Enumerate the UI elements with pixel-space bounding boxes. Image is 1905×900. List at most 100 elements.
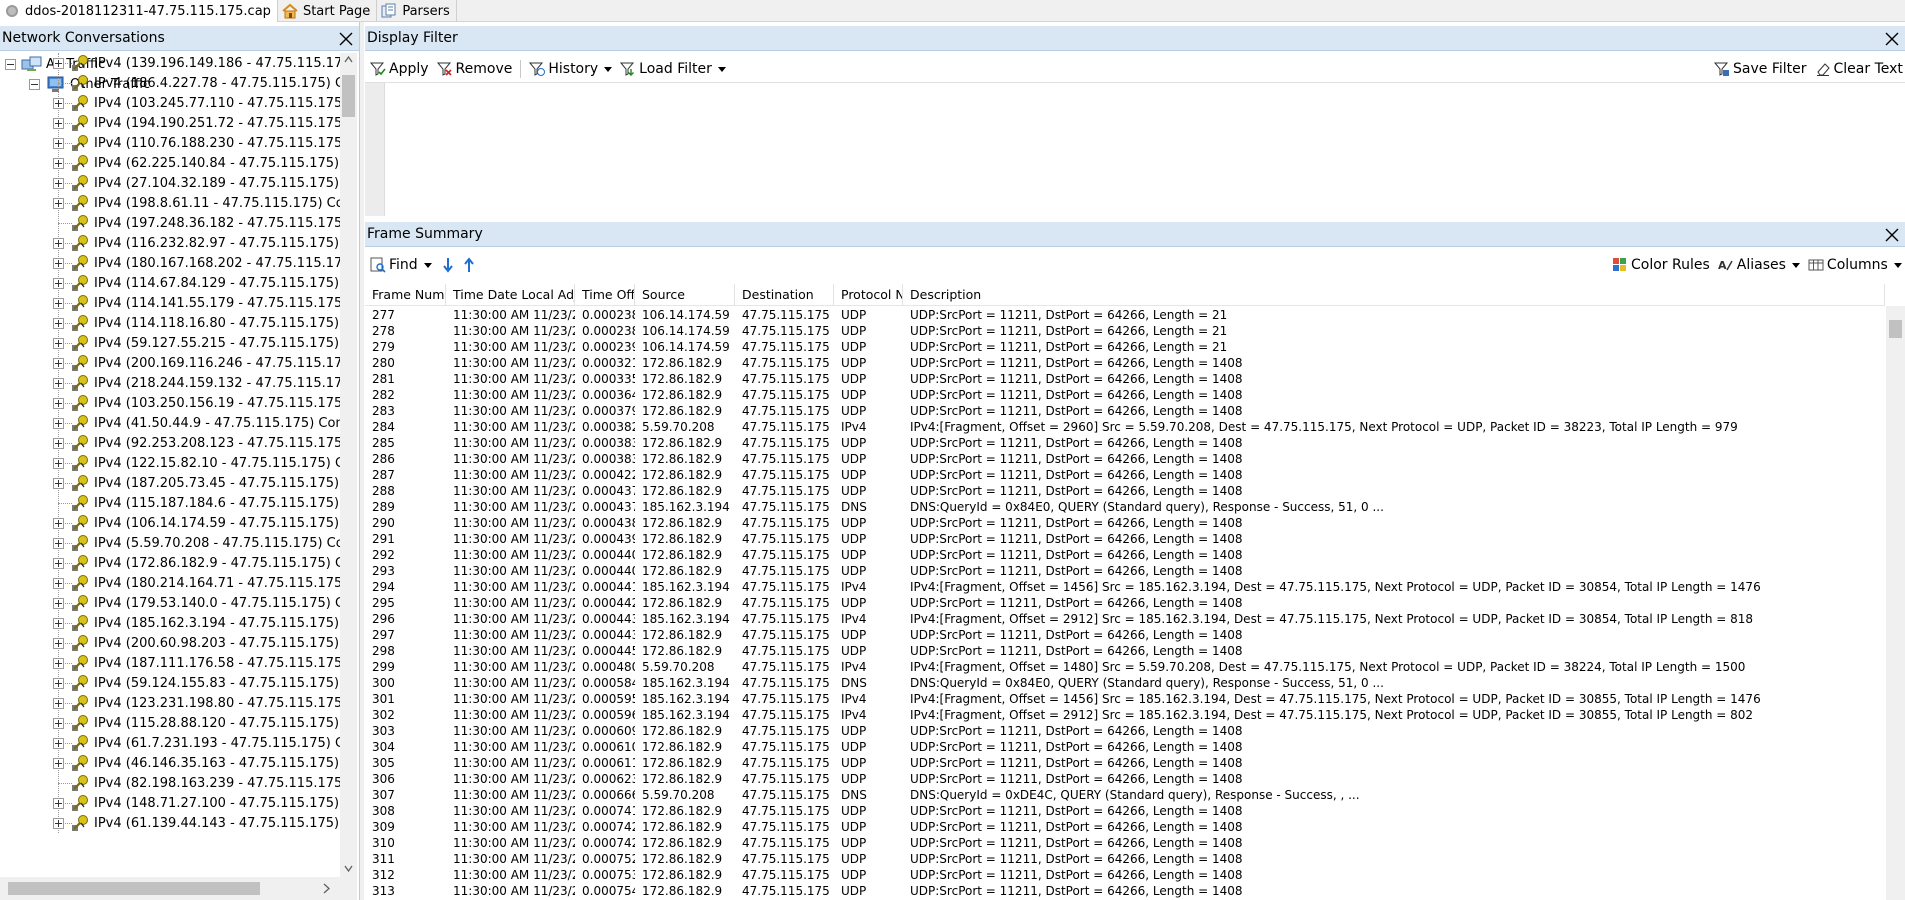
conversation-item[interactable]: IPv4 (114.118.16.80 - 47.75.115.175) Con — [53, 313, 340, 333]
expand-toggle[interactable] — [53, 657, 64, 669]
table-row[interactable]: 292 11:30:00 AM 11/23/2018 0.0004400 172.86… — [365, 547, 1885, 563]
conversation-item[interactable]: IPv4 (185.162.3.194 - 47.75.115.175) Con — [53, 613, 340, 633]
conversation-item[interactable]: IPv4 (116.232.82.97 - 47.75.115.175) Con — [53, 233, 340, 253]
conversation-item[interactable]: IPv4 (82.198.163.239 - 47.75.115.175) Co — [53, 773, 340, 793]
table-row[interactable]: 304 11:30:00 AM 11/23/2018 0.0006100 172.86… — [365, 739, 1885, 755]
table-row[interactable]: 310 11:30:00 AM 11/23/2018 0.0007420 172.86… — [365, 835, 1885, 851]
close-icon[interactable] — [336, 29, 355, 48]
conversation-item[interactable]: IPv4 (27.104.32.189 - 47.75.115.175) Con — [53, 173, 340, 193]
find-dropdown[interactable]: Find — [366, 254, 436, 276]
expand-toggle[interactable] — [53, 477, 64, 489]
conversation-item[interactable]: IPv4 (218.244.159.132 - 47.75.115.175) C — [53, 373, 340, 393]
filter-text-editor[interactable] — [365, 82, 1905, 216]
table-row[interactable]: 308 11:30:00 AM 11/23/2018 0.0007410 172.86… — [365, 803, 1885, 819]
expand-toggle[interactable] — [53, 177, 64, 189]
tree-vertical-scrollbar[interactable] — [340, 53, 357, 877]
columns-dropdown[interactable]: Columns — [1804, 254, 1905, 276]
close-icon[interactable] — [1882, 225, 1901, 244]
table-row[interactable]: 287 11:30:00 AM 11/23/2018 0.0004220 172.86… — [365, 467, 1885, 483]
conversation-item[interactable]: IPv4 (5.59.70.208 - 47.75.115.175) ConvI… — [53, 533, 340, 553]
conversation-item[interactable]: IPv4 (198.8.61.11 - 47.75.115.175) ConvI… — [53, 193, 340, 213]
table-row[interactable]: 313 11:30:00 AM 11/23/2018 0.0007540 172.86… — [365, 883, 1885, 899]
table-row[interactable]: 306 11:30:00 AM 11/23/2018 0.0006230 172.86… — [365, 771, 1885, 787]
expand-toggle[interactable] — [53, 157, 64, 169]
conversation-item[interactable]: IPv4 (122.15.82.10 - 47.75.115.175) Conv — [53, 453, 340, 473]
conversation-item[interactable]: IPv4 (197.248.36.182 - 47.75.115.175) Co — [53, 213, 340, 233]
conversation-item[interactable]: IPv4 (172.86.182.9 - 47.75.115.175) Conv — [53, 553, 340, 573]
conversation-item[interactable]: IPv4 (148.71.27.100 - 47.75.115.175) Con — [53, 793, 340, 813]
expand-toggle[interactable] — [53, 317, 64, 329]
apply-button[interactable]: Apply — [366, 58, 433, 80]
find-previous-button[interactable] — [457, 254, 484, 276]
grid-vertical-scrollbar[interactable] — [1886, 306, 1905, 900]
table-row[interactable]: 305 11:30:00 AM 11/23/2018 0.0006110 172.86… — [365, 755, 1885, 771]
expand-toggle[interactable] — [53, 197, 64, 209]
column-header[interactable]: Time Offset — [575, 284, 635, 306]
remove-button[interactable]: Remove — [433, 58, 517, 80]
table-row[interactable]: 283 11:30:00 AM 11/23/2018 0.0003790 172.86… — [365, 403, 1885, 419]
color-rules-button[interactable]: Color Rules — [1608, 254, 1714, 276]
clear-text-button[interactable]: Clear Text — [1811, 58, 1905, 80]
tab-capture-file[interactable]: ddos-2018112311-47.75.115.175.cap — [0, 0, 278, 22]
table-row[interactable]: 311 11:30:00 AM 11/23/2018 0.0007520 172.86… — [365, 851, 1885, 867]
conversation-item[interactable]: IPv4 (139.196.149.186 - 47.75.115.175) C — [53, 53, 340, 73]
conversation-item[interactable]: IPv4 (41.50.44.9 - 47.75.115.175) ConvID — [53, 413, 340, 433]
expand-toggle[interactable] — [53, 557, 64, 569]
conversation-item[interactable]: IPv4 (180.167.168.202 - 47.75.115.175) C — [53, 253, 340, 273]
table-row[interactable]: 282 11:30:00 AM 11/23/2018 0.0003640 172.86… — [365, 387, 1885, 403]
table-row[interactable]: 312 11:30:00 AM 11/23/2018 0.0007530 172.86… — [365, 867, 1885, 883]
expand-toggle[interactable] — [53, 537, 64, 549]
expand-toggle[interactable] — [53, 437, 64, 449]
tab-start-page[interactable]: Start Page — [278, 0, 378, 22]
panel-splitter[interactable] — [359, 22, 364, 900]
conversation-item[interactable]: IPv4 (61.139.44.143 - 47.75.115.175) Con — [53, 813, 340, 833]
scroll-thumb[interactable] — [342, 75, 355, 117]
table-row[interactable]: 284 11:30:00 AM 11/23/2018 0.0003820 5.59.7… — [365, 419, 1885, 435]
table-row[interactable]: 307 11:30:00 AM 11/23/2018 0.0006660 5.59.7… — [365, 787, 1885, 803]
column-header[interactable]: Destination — [735, 284, 834, 306]
conversation-item[interactable]: IPv4 (186.4.227.78 - 47.75.115.175) Conv — [53, 73, 340, 93]
table-row[interactable]: 277 11:30:00 AM 11/23/2018 0.0002380 106.14… — [365, 307, 1885, 323]
expand-toggle[interactable] — [53, 377, 64, 389]
table-row[interactable]: 288 11:30:00 AM 11/23/2018 0.0004370 172.86… — [365, 483, 1885, 499]
conversation-item[interactable]: IPv4 (194.190.251.72 - 47.75.115.175) Co — [53, 113, 340, 133]
conversation-item[interactable]: IPv4 (59.124.155.83 - 47.75.115.175) Con — [53, 673, 340, 693]
table-row[interactable]: 297 11:30:00 AM 11/23/2018 0.0004430 172.86… — [365, 627, 1885, 643]
aliases-dropdown[interactable]: A Aliases — [1714, 254, 1804, 276]
scroll-up-icon[interactable] — [344, 55, 353, 64]
conversation-item[interactable]: IPv4 (103.250.156.19 - 47.75.115.175) Co — [53, 393, 340, 413]
conversation-item[interactable]: IPv4 (200.169.116.246 - 47.75.115.175) C — [53, 353, 340, 373]
table-row[interactable]: 278 11:30:00 AM 11/23/2018 0.0002380 106.14… — [365, 323, 1885, 339]
expand-toggle[interactable] — [53, 637, 64, 649]
table-row[interactable]: 290 11:30:00 AM 11/23/2018 0.0004380 172.86… — [365, 515, 1885, 531]
table-row[interactable]: 298 11:30:00 AM 11/23/2018 0.0004450 172.86… — [365, 643, 1885, 659]
expand-toggle[interactable] — [53, 617, 64, 629]
expand-toggle[interactable] — [53, 517, 64, 529]
table-row[interactable]: 300 11:30:00 AM 11/23/2018 0.0005840 185.16… — [365, 675, 1885, 691]
conversation-item[interactable]: IPv4 (187.205.73.45 - 47.75.115.175) Con — [53, 473, 340, 493]
scroll-down-icon[interactable] — [344, 864, 353, 873]
expand-toggle[interactable] — [53, 697, 64, 709]
tab-parsers[interactable]: Parsers — [377, 0, 457, 22]
conversation-item[interactable]: IPv4 (114.67.84.129 - 47.75.115.175) Con — [53, 273, 340, 293]
expand-toggle[interactable] — [53, 57, 64, 69]
expand-toggle[interactable] — [53, 257, 64, 269]
conversation-item[interactable]: IPv4 (114.141.55.179 - 47.75.115.175) Co — [53, 293, 340, 313]
column-header[interactable]: Protocol N... — [834, 284, 903, 306]
load-filter-dropdown[interactable]: Load Filter — [616, 58, 730, 80]
table-row[interactable]: 299 11:30:00 AM 11/23/2018 0.0004800 5.59.7… — [365, 659, 1885, 675]
table-row[interactable]: 291 11:30:00 AM 11/23/2018 0.0004390 172.86… — [365, 531, 1885, 547]
column-header[interactable]: Source — [635, 284, 735, 306]
tree-horizontal-scrollbar[interactable] — [0, 877, 357, 900]
expand-toggle[interactable] — [53, 237, 64, 249]
table-row[interactable]: 289 11:30:00 AM 11/23/2018 0.0004370 185.16… — [365, 499, 1885, 515]
table-row[interactable]: 286 11:30:00 AM 11/23/2018 0.0003830 172.86… — [365, 451, 1885, 467]
table-row[interactable]: 309 11:30:00 AM 11/23/2018 0.0007420 172.86… — [365, 819, 1885, 835]
conversation-item[interactable]: IPv4 (59.127.55.215 - 47.75.115.175) Con — [53, 333, 340, 353]
conversation-item[interactable]: IPv4 (123.231.198.80 - 47.75.115.175) Co — [53, 693, 340, 713]
scroll-thumb[interactable] — [8, 882, 260, 895]
conversation-item[interactable]: IPv4 (106.14.174.59 - 47.75.115.175) Con — [53, 513, 340, 533]
close-icon[interactable] — [1882, 29, 1901, 48]
history-dropdown[interactable]: History — [525, 58, 616, 80]
scroll-right-icon[interactable] — [322, 883, 331, 894]
